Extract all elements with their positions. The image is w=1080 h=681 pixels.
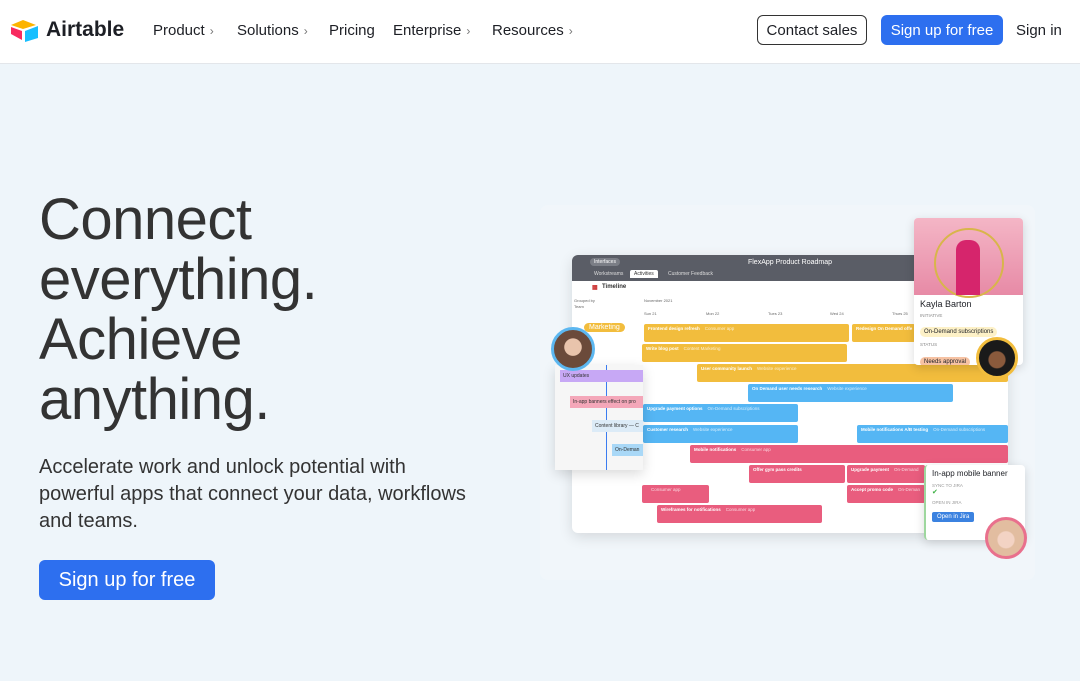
overlay-bar: Content library — C: [592, 420, 643, 432]
timeline-bar: Offer gym pass credits: [749, 465, 845, 483]
avatar: [985, 517, 1027, 559]
timeline-bar: On Demand user needs research Website exp…: [748, 384, 953, 402]
bar-title: Redesign On Demand offe: [856, 326, 913, 331]
bar-subtitle: Website experience: [757, 366, 797, 371]
grouped-by-label: Grouped by: [574, 298, 595, 303]
top-nav: Airtable Product › Solutions › Pricing Ent…: [0, 0, 1080, 64]
hero-subtitle: Accelerate work and unlock potential wit…: [39, 456, 466, 532]
bar-title: Offer gym pass credits: [753, 467, 802, 472]
bar-subtitle: On-Demand subscriptions: [933, 427, 986, 432]
overlay-bar: UX updates: [560, 370, 643, 382]
brand-name: Airtable: [46, 18, 125, 41]
airtable-logo[interactable]: Airtable: [10, 18, 124, 42]
timeline-bar: Frontend design refresh Consumer app: [644, 324, 849, 342]
month-label: November 2021: [644, 298, 673, 303]
bar-subtitle: On-Deman: [898, 487, 921, 492]
bar-subtitle: Consumer app: [651, 487, 681, 492]
day-label: Mon 22: [706, 311, 720, 316]
timeline-bar: Mobile notifications A/B testing On-Deman…: [857, 425, 1008, 443]
bar-title: User community launch: [701, 366, 753, 371]
bar-subtitle: Website experience: [693, 427, 733, 432]
view-name: Timeline: [602, 284, 627, 290]
timeline-bar: User community launch Website experience: [697, 364, 1008, 382]
timeline-bar: Consumer app: [642, 485, 709, 503]
timeline-bar: Customer research Website experience: [643, 425, 798, 443]
status-badge: Needs approval: [920, 357, 971, 365]
avatar: [976, 337, 1018, 379]
bar-title: Wireframes for notifications: [661, 507, 721, 512]
initiative-tag: On-Demand subscriptions: [920, 327, 998, 337]
contact-sales-button[interactable]: Contact sales: [757, 15, 867, 45]
nav-enterprise[interactable]: Enterprise ›: [393, 22, 470, 39]
timeline-bar: Write blog post Content Marketing: [642, 344, 847, 362]
bar-title: On Demand user needs research: [752, 386, 823, 391]
day-label: Tues 23: [768, 311, 783, 316]
hero-title: Connect everything. Achieve anything.: [39, 187, 318, 432]
group-marketing: Marketing: [584, 323, 625, 332]
day-label: Sun 21: [644, 311, 657, 316]
overlay-bar: In-app banners effect on pro: [570, 396, 643, 408]
bar-title: Frontend design refresh: [648, 326, 700, 331]
check-icon: ✔: [932, 489, 938, 496]
timeline-bar: Accept promo code On-Deman: [847, 485, 925, 503]
bar-subtitle: On-Demand subscriptions: [707, 406, 760, 411]
timeline-bar: Upgrade payment On-Demand: [847, 465, 925, 483]
timeline-bar: Upgrade payment options On-Demand subscri…: [643, 404, 798, 422]
avatar: [551, 327, 595, 371]
jira-card-title: In-app mobile banner: [932, 469, 1008, 478]
bar-title: Upgrade payment: [851, 467, 890, 472]
chevron-right-icon: ›: [209, 24, 214, 38]
bar-subtitle: Consumer app: [741, 447, 771, 452]
bar-subtitle: Content Marketing: [683, 346, 721, 351]
nav-solutions[interactable]: Solutions ›: [237, 22, 308, 39]
open-label: OPEN IN JIRA: [932, 500, 962, 505]
chevron-right-icon: ›: [303, 24, 308, 38]
bar-subtitle: Website experience: [827, 386, 867, 391]
open-in-jira-button: Open in Jira: [932, 512, 975, 522]
nav-signup-button[interactable]: Sign up for free: [881, 15, 1003, 45]
bar-title: Write blog post: [646, 346, 679, 351]
tab-activities: Activities: [630, 270, 658, 278]
signin-link[interactable]: Sign in: [1016, 22, 1062, 39]
timeline-icon: ▦: [592, 285, 598, 291]
bar-subtitle: Consumer app: [725, 507, 756, 512]
bar-title: Accept promo code: [851, 487, 894, 492]
bar-subtitle: Consumer app: [704, 326, 735, 331]
nav-resources[interactable]: Resources ›: [492, 22, 573, 39]
overlay-panel: UX updates In-app banners effect on pro …: [555, 365, 643, 470]
airtable-logo-icon: [11, 20, 38, 42]
group-field: Team: [574, 304, 584, 309]
day-label: Thurs 25: [892, 311, 908, 316]
chevron-right-icon: ›: [568, 24, 573, 38]
bar-subtitle: On-Demand: [894, 467, 919, 472]
timeline-bar: Mobile notifications Consumer app: [690, 445, 1008, 463]
timeline-bar: Redesign On Demand offe: [852, 324, 915, 342]
profile-photo: [914, 218, 1023, 298]
chevron-right-icon: ›: [466, 24, 471, 38]
bar-title: Customer research: [647, 427, 689, 432]
tab-customer-feedback: Customer Feedback: [668, 271, 714, 277]
timeline-bar: Wireframes for notifications Consumer app: [657, 505, 822, 523]
nav-pricing[interactable]: Pricing: [329, 22, 375, 39]
day-label: Wed 24: [830, 311, 844, 316]
bar-title: Upgrade payment options: [647, 406, 703, 411]
overlay-bar: On-Deman: [612, 444, 643, 456]
nav-product[interactable]: Product ›: [153, 22, 214, 39]
bar-title: Mobile notifications A/B testing: [861, 427, 929, 432]
hero-signup-button[interactable]: Sign up for free: [39, 560, 215, 600]
tab-workstreams: Workstreams: [594, 271, 624, 277]
bar-title: Mobile notifications: [694, 447, 737, 452]
